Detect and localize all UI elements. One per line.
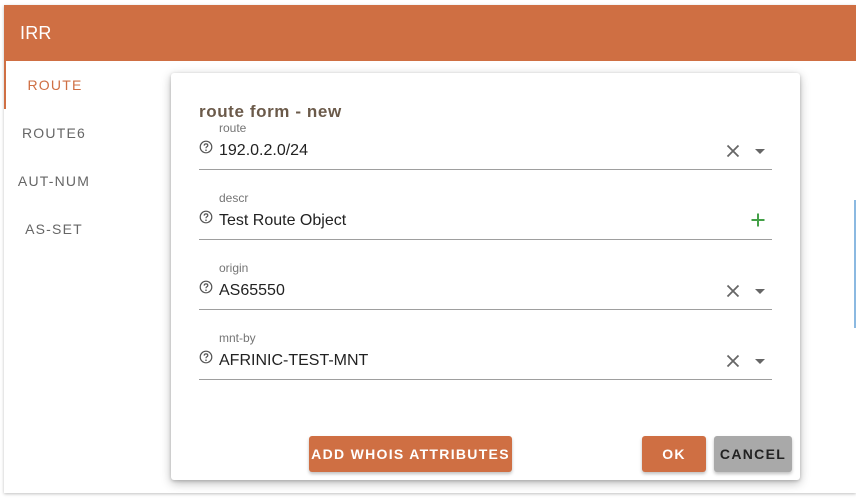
clear-x-icon[interactable] [726,284,740,298]
route-underline [199,169,772,170]
route-field[interactable]: route 192.0.2.0/24 [199,121,772,170]
dropdown-arrow-icon[interactable] [754,359,766,365]
sidebar-item-aut-num[interactable]: AUT-NUM [4,157,104,205]
help-circle-icon[interactable] [199,140,213,154]
origin-underline [199,309,772,310]
mnt-by-input[interactable]: AFRINIC-TEST-MNT [219,352,368,370]
descr-field-label: descr [219,191,249,205]
sidebar-item-as-set[interactable]: AS-SET [4,205,104,253]
app-title: IRR [20,23,52,43]
sidebar: ROUTE ROUTE6 AUT-NUM AS-SET [4,61,104,493]
mnt-by-field[interactable]: mnt-by AFRINIC-TEST-MNT [199,331,772,380]
origin-input[interactable]: AS65550 [219,282,285,300]
help-circle-icon[interactable] [199,280,213,294]
form-title: route form - new [199,102,342,121]
route-input[interactable]: 192.0.2.0/24 [219,142,308,160]
ok-button[interactable]: OK [642,436,706,472]
descr-underline [199,239,772,240]
route-form-dialog: route form - new route 192.0.2.0/24 desc… [171,73,800,480]
add-whois-attributes-button[interactable]: ADD WHOIS ATTRIBUTES [309,436,512,472]
origin-field-label: origin [219,261,249,275]
mnt-by-underline [199,379,772,380]
dropdown-arrow-icon[interactable] [754,289,766,295]
help-circle-icon[interactable] [199,210,213,224]
origin-field[interactable]: origin AS65550 [199,261,772,310]
sidebar-item-route6[interactable]: ROUTE6 [4,109,104,157]
clear-x-icon[interactable] [726,354,740,368]
mnt-by-field-label: mnt-by [219,331,256,345]
route-field-label: route [219,121,247,135]
app-header: IRR [4,5,856,61]
descr-input[interactable]: Test Route Object [219,212,346,230]
descr-field[interactable]: descr Test Route Object [199,191,772,240]
dropdown-arrow-icon[interactable] [754,149,766,155]
clear-x-icon[interactable] [726,144,740,158]
sidebar-item-route[interactable]: ROUTE [4,61,104,109]
plus-icon[interactable] [751,213,765,227]
cancel-button[interactable]: CANCEL [714,436,792,472]
help-circle-icon[interactable] [199,350,213,364]
